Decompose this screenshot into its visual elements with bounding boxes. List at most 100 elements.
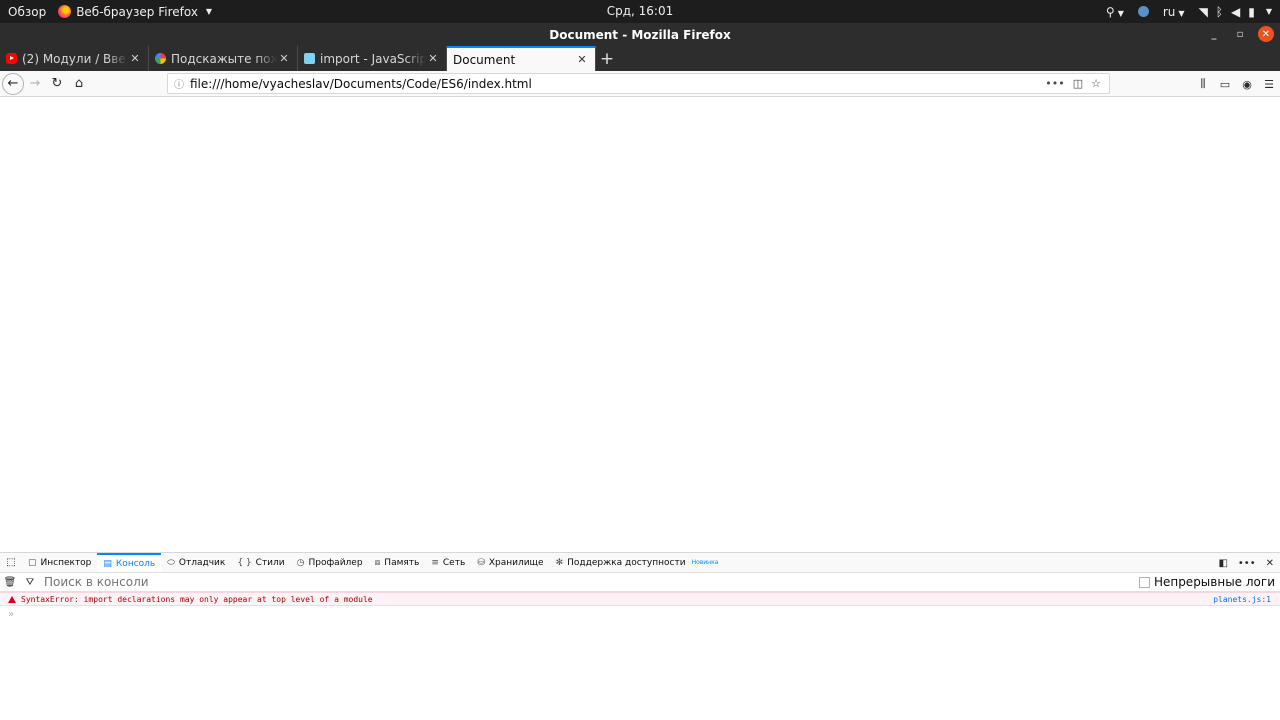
caret-down-icon: ▼ <box>1265 7 1272 16</box>
close-icon[interactable]: ✕ <box>1258 26 1274 42</box>
arrow-right-icon: → <box>29 76 41 91</box>
error-source-link[interactable]: planets.js:1 <box>1213 595 1280 604</box>
filter-icon[interactable]: ⛛ <box>20 577 40 588</box>
tab-modules[interactable]: (2) Модули / Введение - JavaScript ✕ <box>0 46 149 71</box>
globe-icon[interactable] <box>1137 6 1149 17</box>
tab-label: Инспектор <box>40 557 92 568</box>
url-input[interactable]: file:///home/vyacheslav/Documents/Code/E… <box>190 77 1045 91</box>
pocket-icon[interactable]: ◫ <box>1073 77 1083 90</box>
devtools-panel: ⬚ ▢ Инспектор ▤ Консоль ⬭ Отладчик { } Стили… <box>0 552 1280 720</box>
hamburger-menu-icon[interactable]: ☰ <box>1262 74 1276 94</box>
devtools-tab-console[interactable]: ▤ Консоль <box>97 553 162 572</box>
tab-label: Консоль <box>115 558 156 569</box>
tab-title: (2) Модули / Введение - JavaScript <box>22 51 128 66</box>
system-tray: ⚲ ▼ ru ▼ ◥ ᛒ ◀ ▮ ▼ <box>1106 0 1272 23</box>
new-tab-button[interactable]: + <box>596 46 618 71</box>
firefox-icon <box>58 5 72 18</box>
accessibility-menu[interactable]: ⚲ ▼ <box>1106 5 1124 19</box>
app-menu[interactable]: Веб-браузер Firefox ▼ <box>54 5 212 19</box>
tab-label: Память <box>384 557 420 568</box>
devtools-tabbar: ⬚ ▢ Инспектор ▤ Консоль ⬭ Отладчик { } Стили… <box>0 553 1280 573</box>
dock-icon[interactable]: ◧ <box>1218 558 1227 569</box>
devtools-tab-network[interactable]: ≡ Сеть <box>425 553 471 572</box>
url-bar[interactable]: ⓘ file:///home/vyacheslav/Documents/Code… <box>167 73 1110 94</box>
prompt-chevron: » <box>8 608 15 620</box>
reload-icon: ↻ <box>51 76 63 91</box>
toolbar-right: ⫼ ▭ ◉ ☰ <box>1196 74 1276 94</box>
tab-label: Сеть <box>442 557 466 568</box>
tab-label: Профайлер <box>308 557 363 568</box>
console-input[interactable]: » <box>0 606 1280 622</box>
caret-down-icon: ▼ <box>205 7 213 16</box>
reload-button[interactable]: ↻ <box>46 73 68 95</box>
tab-strip: (2) Модули / Введение - JavaScript ✕ Под… <box>0 46 1280 71</box>
devtools-tab-debugger[interactable]: ⬭ Отладчик <box>161 553 231 572</box>
storage-icon: ⛁ <box>477 557 485 568</box>
inspector-icon: ▢ <box>28 557 37 568</box>
tab-label: Поддержка доступности <box>567 557 686 568</box>
tab-close-icon[interactable]: ✕ <box>277 52 291 65</box>
console-message-error: SyntaxError: import declarations may onl… <box>0 592 1280 606</box>
devtools-tab-storage[interactable]: ⛁ Хранилище <box>471 553 549 572</box>
close-devtools-icon[interactable]: ✕ <box>1266 558 1274 569</box>
maximize-icon[interactable]: ▫ <box>1232 26 1248 42</box>
tab-title: Подскажыте пожалуйста <box>171 51 277 66</box>
activities-button[interactable]: Обзор <box>0 5 54 19</box>
tab-label: Отладчик <box>178 557 226 568</box>
navigation-toolbar: ← → ↻ ⌂ ⓘ file:///home/vyacheslav/Docume… <box>0 71 1280 97</box>
tab-mdn-import[interactable]: import - JavaScript | MDN ✕ <box>298 46 447 71</box>
sidebar-icon[interactable]: ▭ <box>1218 74 1232 94</box>
wifi-icon: ◥ <box>1198 4 1208 19</box>
window-title: Document - Mozilla Firefox <box>549 27 731 42</box>
back-button[interactable]: ← <box>2 72 24 95</box>
account-icon[interactable]: ◉ <box>1240 74 1254 94</box>
tab-question[interactable]: Подскажыте пожалуйста ✕ <box>149 46 298 71</box>
info-icon[interactable]: ⓘ <box>168 76 190 91</box>
devtools-tab-profiler[interactable]: ◷ Профайлер <box>291 553 369 572</box>
youtube-icon <box>6 53 17 64</box>
devtools-controls: ◧ ••• ✕ <box>1218 553 1274 573</box>
home-icon: ⌂ <box>74 76 84 91</box>
devtools-tab-styles[interactable]: { } Стили <box>231 553 290 572</box>
tab-title: Document <box>453 52 516 67</box>
element-picker-icon[interactable]: ⬚ <box>0 553 22 572</box>
library-icon[interactable]: ⫼ <box>1196 74 1210 94</box>
trash-icon[interactable]: 🗑 <box>0 577 20 588</box>
bluetooth-icon: ᛒ <box>1215 4 1223 19</box>
system-top-bar: Обзор Веб-браузер Firefox ▼ Срд, 16:01 ⚲… <box>0 0 1280 23</box>
window-controls: _ ▫ ✕ <box>1206 26 1274 42</box>
bookmark-star-icon[interactable]: ☆ <box>1091 77 1101 90</box>
tab-title: import - JavaScript | MDN <box>320 51 426 66</box>
forward-button[interactable]: → <box>24 73 46 95</box>
tab-close-icon[interactable]: ✕ <box>426 52 440 65</box>
volume-icon: ◀ <box>1231 4 1241 19</box>
error-icon <box>8 595 16 603</box>
language-menu[interactable]: ru ▼ <box>1163 5 1185 19</box>
more-options-icon[interactable]: ••• <box>1238 558 1256 569</box>
tab-label: Хранилище <box>488 557 544 568</box>
console-search-input[interactable]: Поиск в консоли <box>40 575 1139 589</box>
page-actions-icon[interactable]: ••• <box>1045 77 1064 90</box>
caret-down-icon: ▼ <box>1178 8 1185 18</box>
page-content[interactable] <box>0 97 1280 552</box>
persist-logs-checkbox[interactable] <box>1138 576 1150 588</box>
error-message: SyntaxError: import declarations may onl… <box>21 594 373 604</box>
devtools-tab-accessibility[interactable]: ✻ Поддержка доступности Новинка <box>550 553 725 572</box>
profiler-icon: ◷ <box>296 557 305 568</box>
home-button[interactable]: ⌂ <box>68 73 90 95</box>
persist-logs-toggle[interactable]: Непрерывные логи <box>1138 575 1280 589</box>
mdn-icon <box>304 53 315 64</box>
debugger-icon: ⬭ <box>167 557 175 568</box>
braces-icon: { } <box>237 557 252 568</box>
arrow-left-icon: ← <box>7 76 19 91</box>
plus-icon: + <box>599 48 615 69</box>
accessibility-icon: ✻ <box>555 557 564 568</box>
devtools-tab-memory[interactable]: ⧈ Память <box>369 553 426 572</box>
minimize-icon[interactable]: _ <box>1206 26 1222 42</box>
devtools-tab-inspector[interactable]: ▢ Инспектор <box>22 553 97 572</box>
status-menu[interactable]: ◥ ᛒ ◀ ▮ ▼ <box>1199 5 1272 19</box>
url-actions: ••• ◫ ☆ <box>1045 77 1109 90</box>
tab-close-icon[interactable]: ✕ <box>128 52 142 65</box>
tab-close-icon[interactable]: ✕ <box>575 53 589 66</box>
tab-document[interactable]: Document ✕ <box>447 46 596 71</box>
